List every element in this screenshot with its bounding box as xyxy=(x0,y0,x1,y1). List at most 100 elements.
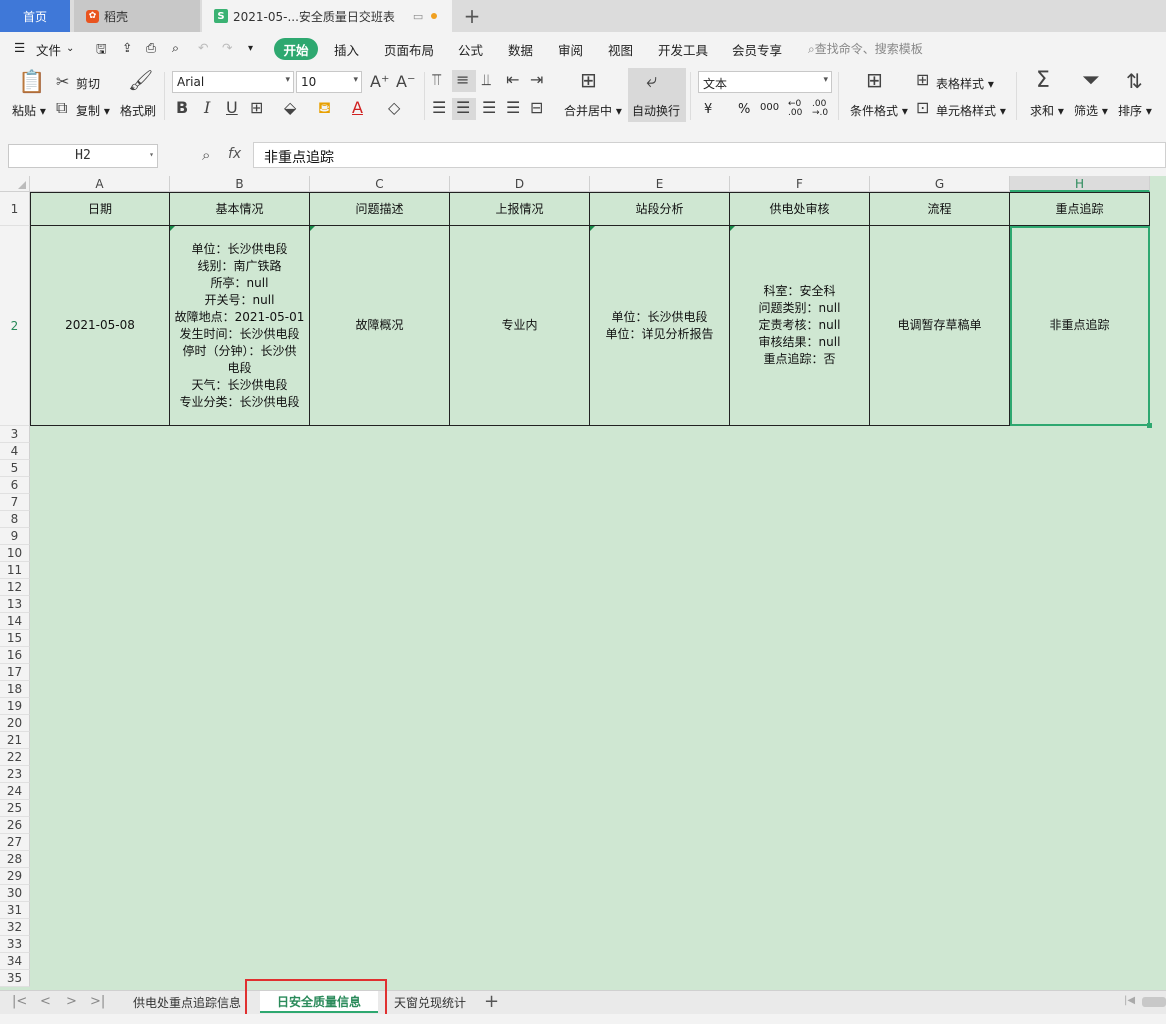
row-header-15[interactable]: 15 xyxy=(0,630,30,647)
menu-start[interactable]: 开始 xyxy=(274,38,318,60)
menu-page-layout[interactable]: 页面布局 xyxy=(384,40,434,59)
bold-icon[interactable]: B xyxy=(176,100,188,116)
data-cell-g2[interactable]: 电调暂存草稿单 xyxy=(870,226,1010,426)
row-header-24[interactable]: 24 xyxy=(0,783,30,800)
menu-developer[interactable]: 开发工具 xyxy=(658,40,708,59)
row-header-20[interactable]: 20 xyxy=(0,715,30,732)
redo-icon[interactable]: ↷ xyxy=(222,40,232,55)
row-header-23[interactable]: 23 xyxy=(0,766,30,783)
row-header-35[interactable]: 35 xyxy=(0,970,30,987)
header-cell-g[interactable]: 流程 xyxy=(870,192,1010,226)
header-cell-f[interactable]: 供电处审核 xyxy=(730,192,870,226)
tab-daoke[interactable]: ✿ 稻壳 xyxy=(74,0,200,32)
row-header-9[interactable]: 9 xyxy=(0,528,30,545)
row-header-14[interactable]: 14 xyxy=(0,613,30,630)
header-cell-c[interactable]: 问题描述 xyxy=(310,192,450,226)
screen-icon[interactable]: ▭ xyxy=(413,10,423,23)
row-header-21[interactable]: 21 xyxy=(0,732,30,749)
decrease-decimal-icon[interactable]: .00 →.0 xyxy=(812,100,828,118)
row-header-31[interactable]: 31 xyxy=(0,902,30,919)
hamburger-icon[interactable]: ☰ xyxy=(14,40,25,55)
row-header-33[interactable]: 33 xyxy=(0,936,30,953)
fill-handle[interactable] xyxy=(1147,423,1152,428)
increase-font-icon[interactable]: A⁺ xyxy=(370,74,389,90)
data-cell-e2[interactable]: 单位：长沙供电段 单位：详见分析报告 xyxy=(590,226,730,426)
header-cell-d[interactable]: 上报情况 xyxy=(450,192,590,226)
prev-sheet-icon[interactable]: < xyxy=(40,994,51,1009)
menu-insert[interactable]: 插入 xyxy=(334,40,359,59)
font-name-select[interactable]: Arial ▾ xyxy=(172,71,294,93)
row-header-22[interactable]: 22 xyxy=(0,749,30,766)
row-header-3[interactable]: 3 xyxy=(0,426,30,443)
column-header-e[interactable]: E xyxy=(590,176,730,192)
menu-data[interactable]: 数据 xyxy=(508,40,533,59)
header-cell-b[interactable]: 基本情况 xyxy=(170,192,310,226)
align-top-icon[interactable]: ⫪ xyxy=(432,72,441,88)
tab-home[interactable]: 首页 xyxy=(0,0,70,32)
fx-icon[interactable]: fx xyxy=(228,146,241,162)
undo-icon[interactable]: ↶ xyxy=(198,40,208,55)
indent-decrease-icon[interactable]: ⇤ xyxy=(506,72,519,88)
sum-button[interactable]: 求和 ▾ xyxy=(1030,102,1064,119)
row-header-5[interactable]: 5 xyxy=(0,460,30,477)
row-header-26[interactable]: 26 xyxy=(0,817,30,834)
more-icon[interactable]: ▾ xyxy=(248,43,253,54)
header-cell-e[interactable]: 站段分析 xyxy=(590,192,730,226)
row-header-28[interactable]: 28 xyxy=(0,851,30,868)
row-header-25[interactable]: 25 xyxy=(0,800,30,817)
format-painter-button[interactable]: 格式刷 xyxy=(120,102,156,119)
row-header-4[interactable]: 4 xyxy=(0,443,30,460)
menu-member[interactable]: 会员专享 xyxy=(732,40,782,59)
data-cell-d2[interactable]: 专业内 xyxy=(450,226,590,426)
column-header-c[interactable]: C xyxy=(310,176,450,192)
paste-icon[interactable]: 📋 xyxy=(18,72,45,94)
column-header-h[interactable]: H xyxy=(1010,176,1150,192)
row-header-17[interactable]: 17 xyxy=(0,664,30,681)
sheet-tab-3[interactable]: 天窗兑现统计 xyxy=(384,991,476,1013)
sort-button[interactable]: 排序 ▾ xyxy=(1118,102,1152,119)
align-bottom-icon[interactable]: ⫫ xyxy=(482,72,491,88)
merge-center-button[interactable]: 合并居中 ▾ xyxy=(564,102,622,119)
row-header-29[interactable]: 29 xyxy=(0,868,30,885)
zoom-icon[interactable]: ⌕ xyxy=(202,146,210,164)
data-cell-a2[interactable]: 2021-05-08 xyxy=(30,226,170,426)
column-header-g[interactable]: G xyxy=(870,176,1010,192)
data-cell-b2[interactable]: 单位：长沙供电段 线别：南广铁路 所亭：null 开关号：null 故障地点：2… xyxy=(170,226,310,426)
increase-decimal-icon[interactable]: ←0.00 xyxy=(788,100,802,118)
currency-button[interactable]: ¥ xyxy=(704,102,712,117)
row-header-8[interactable]: 8 xyxy=(0,511,30,528)
tab-document[interactable]: S 2021-05-...安全质量日交班表 ▭ xyxy=(202,0,452,32)
distribute-icon[interactable]: ⊟ xyxy=(530,100,543,116)
italic-icon[interactable]: I xyxy=(204,100,210,116)
select-all-corner[interactable] xyxy=(0,176,30,192)
conditional-format-button[interactable]: 条件格式 ▾ xyxy=(850,102,908,119)
border-icon[interactable]: ⊞ xyxy=(250,100,263,116)
cut-button[interactable]: 剪切 xyxy=(76,75,100,92)
chevron-down-icon[interactable]: ⌄ xyxy=(66,43,74,54)
data-cell-f2[interactable]: 科室：安全科 问题类别：null 定责考核：null 审核结果：null 重点追… xyxy=(730,226,870,426)
column-header-b[interactable]: B xyxy=(170,176,310,192)
spreadsheet-grid[interactable]: A B C D E F G H 1 2 3 4 5 6 7 8 9 10 11 12 13 14 15 16 17 18 19 20 2… xyxy=(0,176,1166,990)
add-sheet-icon[interactable]: + xyxy=(484,991,499,1012)
row-header-19[interactable]: 19 xyxy=(0,698,30,715)
column-header-f[interactable]: F xyxy=(730,176,870,192)
indent-increase-icon[interactable]: ⇥ xyxy=(530,72,543,88)
menu-view[interactable]: 视图 xyxy=(608,40,633,59)
save-icon[interactable]: 🖫 xyxy=(96,40,107,61)
row-header-1[interactable]: 1 xyxy=(0,192,30,226)
row-header-12[interactable]: 12 xyxy=(0,579,30,596)
row-header-30[interactable]: 30 xyxy=(0,885,30,902)
align-right-icon[interactable]: ☰ xyxy=(482,100,496,116)
underline-icon[interactable]: U xyxy=(226,100,238,116)
first-sheet-icon[interactable]: |< xyxy=(12,994,27,1009)
number-format-select[interactable]: 文本 ▾ xyxy=(698,71,832,93)
align-left-icon[interactable]: ☰ xyxy=(432,100,446,116)
export-icon[interactable]: ⇪ xyxy=(122,40,132,55)
row-header-7[interactable]: 7 xyxy=(0,494,30,511)
justify-icon[interactable]: ☰ xyxy=(506,100,520,116)
row-header-32[interactable]: 32 xyxy=(0,919,30,936)
thousands-button[interactable]: 000 xyxy=(760,102,779,113)
scroll-left-icon[interactable]: |◀ xyxy=(1124,995,1135,1006)
column-header-d[interactable]: D xyxy=(450,176,590,192)
row-header-10[interactable]: 10 xyxy=(0,545,30,562)
